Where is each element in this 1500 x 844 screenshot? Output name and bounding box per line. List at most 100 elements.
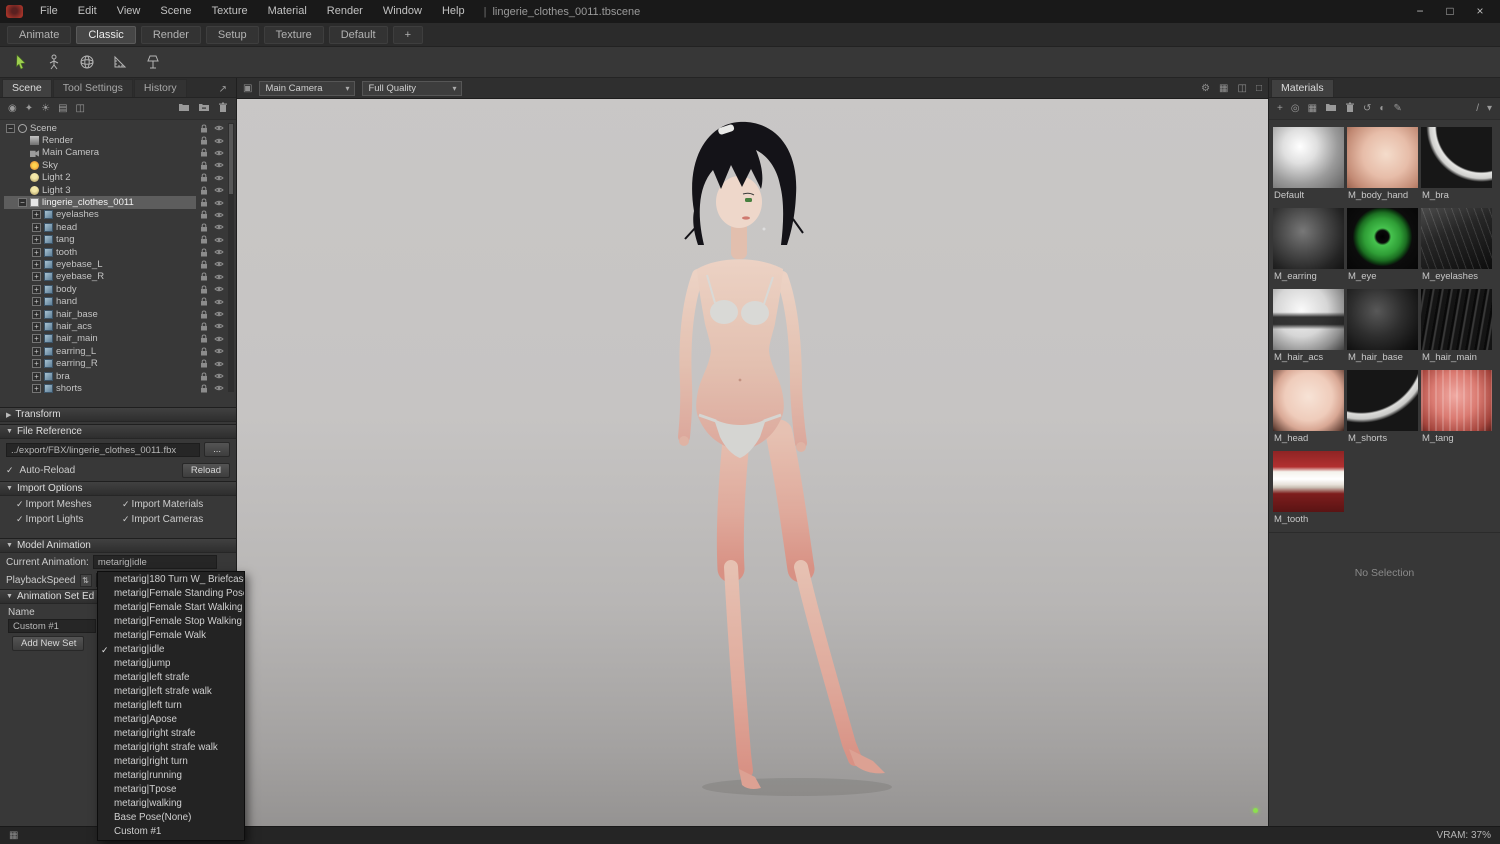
menu-item[interactable]: Material <box>259 0 316 23</box>
select-tool-icon[interactable] <box>9 50 33 74</box>
tree-scrollbar[interactable] <box>228 123 234 392</box>
tree-row[interactable]: + body <box>4 283 226 295</box>
lock-icon[interactable] <box>196 210 211 219</box>
viewport-split-icon[interactable]: ◫ <box>1238 83 1247 94</box>
lock-icon[interactable] <box>196 223 211 232</box>
material-folder-icon[interactable] <box>1325 102 1337 115</box>
tree-row[interactable]: Render <box>4 134 226 146</box>
tree-expander[interactable]: + <box>32 259 41 269</box>
transform-section-header[interactable]: ▶ Transform <box>0 407 236 422</box>
lock-icon[interactable] <box>196 359 211 368</box>
visibility-icon[interactable] <box>211 260 226 268</box>
camera-select[interactable]: Main Camera ▾ <box>259 80 356 96</box>
lock-icon[interactable] <box>196 347 211 356</box>
visibility-icon[interactable] <box>211 285 226 293</box>
layout-grid-icon[interactable]: ▦ <box>9 830 18 841</box>
left-panel-tab[interactable]: History <box>133 79 187 97</box>
material-sphere-icon[interactable]: ◐ <box>1379 103 1385 114</box>
tree-expander[interactable]: + <box>32 222 41 232</box>
auto-reload-label[interactable]: Auto-Reload <box>20 465 76 476</box>
workspace-tab[interactable]: Animate <box>7 25 72 44</box>
lock-icon[interactable] <box>196 161 211 170</box>
visibility-icon[interactable] <box>211 211 226 219</box>
tree-row[interactable]: + head <box>4 221 226 233</box>
tree-expander[interactable]: + <box>32 235 41 245</box>
menu-item[interactable]: Window <box>374 0 431 23</box>
lock-icon[interactable] <box>196 371 211 381</box>
animation-menu-item[interactable]: metarig|jump <box>98 657 244 671</box>
tree-expander[interactable]: + <box>32 284 41 294</box>
visibility-icon[interactable] <box>211 149 226 157</box>
animation-menu-item[interactable]: metarig|Female Start Walking <box>98 601 244 615</box>
scale-tool-icon[interactable] <box>108 50 132 74</box>
animation-menu-item[interactable]: metarig|180 Turn W_ Briefcase <box>98 573 244 587</box>
add-object-icon[interactable]: ▤ <box>58 103 67 114</box>
visibility-icon[interactable] <box>211 335 226 343</box>
group-folder-icon[interactable] <box>198 102 210 115</box>
tab-materials[interactable]: Materials <box>1271 79 1334 97</box>
material-tile[interactable]: M_shorts <box>1347 370 1418 444</box>
lock-icon[interactable] <box>196 124 211 133</box>
add-sky-icon[interactable]: ☀ <box>41 103 50 114</box>
menu-item[interactable]: Render <box>318 0 372 23</box>
add-material-icon[interactable]: + <box>1277 103 1283 114</box>
playback-speed-stepper[interactable]: ⇅ <box>79 573 92 587</box>
quality-select[interactable]: Full Quality ▾ <box>362 80 463 96</box>
menu-item[interactable]: Help <box>433 0 474 23</box>
paint-material-icon[interactable]: ✎ <box>1393 103 1401 114</box>
lock-icon[interactable] <box>196 285 211 294</box>
close-button[interactable]: × <box>1466 0 1494 23</box>
lock-icon[interactable] <box>196 235 211 244</box>
minimize-button[interactable]: − <box>1406 0 1434 23</box>
tree-row[interactable]: + tang <box>4 234 226 246</box>
menu-item[interactable]: Texture <box>203 0 257 23</box>
material-tile[interactable]: M_eyelashes <box>1421 208 1492 282</box>
import-option[interactable]: ✓ Import Cameras <box>122 514 228 525</box>
lock-icon[interactable] <box>196 186 211 195</box>
tree-expander[interactable]: + <box>32 359 41 369</box>
model-animation-section-header[interactable]: ▼ Model Animation <box>0 538 236 553</box>
tree-row[interactable]: + hand <box>4 295 226 307</box>
visibility-icon[interactable] <box>211 199 226 207</box>
lock-icon[interactable] <box>196 334 211 343</box>
menu-item[interactable]: File <box>31 0 67 23</box>
visibility-icon[interactable] <box>211 236 226 244</box>
left-panel-tab[interactable]: Scene <box>2 79 52 97</box>
add-external-icon[interactable]: ◫ <box>76 103 85 114</box>
visibility-icon[interactable] <box>211 273 226 281</box>
lock-icon[interactable] <box>196 136 211 145</box>
reload-button[interactable]: Reload <box>181 463 230 478</box>
tree-expander[interactable]: + <box>32 210 41 220</box>
import-options-section-header[interactable]: ▼ Import Options <box>0 481 236 496</box>
viewport-settings-icon[interactable]: ⚙ <box>1201 83 1210 94</box>
workspace-tab[interactable]: Texture <box>263 25 324 44</box>
animation-menu-item[interactable]: metarig|left turn <box>98 699 244 713</box>
animation-menu-item[interactable]: metarig|Female Standing Pose <box>98 587 244 601</box>
tree-row[interactable]: + eyelashes <box>4 209 226 221</box>
visibility-icon[interactable] <box>211 360 226 368</box>
material-tile[interactable]: M_tooth <box>1273 451 1344 525</box>
lock-icon[interactable] <box>196 198 211 207</box>
lock-icon[interactable] <box>196 297 211 306</box>
tree-row[interactable]: + bra <box>4 370 226 382</box>
material-tile[interactable]: M_eye <box>1347 208 1418 282</box>
popout-icon[interactable]: ↗ <box>212 84 234 97</box>
browse-button[interactable]: ... <box>204 442 230 457</box>
tree-row[interactable]: Light 3 <box>4 184 226 196</box>
lock-icon[interactable] <box>196 384 211 393</box>
material-tile[interactable]: M_hair_main <box>1421 289 1492 363</box>
set-name-field[interactable]: Custom #1 <box>8 619 96 633</box>
visibility-icon[interactable] <box>211 310 226 318</box>
workspace-tab[interactable]: Render <box>140 25 201 44</box>
workspace-tab[interactable]: + <box>392 25 424 44</box>
tree-row[interactable]: Sky <box>4 159 226 171</box>
import-option[interactable]: ✓ Import Lights <box>16 514 122 525</box>
animation-menu-item[interactable]: metarig|left strafe <box>98 671 244 685</box>
refresh-thumbnails-icon[interactable]: ↺ <box>1363 103 1371 114</box>
tree-row[interactable]: + hair_acs <box>4 320 226 332</box>
tree-expander[interactable]: + <box>32 272 41 282</box>
tree-row[interactable]: + hair_main <box>4 333 226 345</box>
visibility-icon[interactable] <box>211 223 226 231</box>
material-tile[interactable]: M_hair_base <box>1347 289 1418 363</box>
tree-row[interactable]: − Scene <box>4 122 226 134</box>
